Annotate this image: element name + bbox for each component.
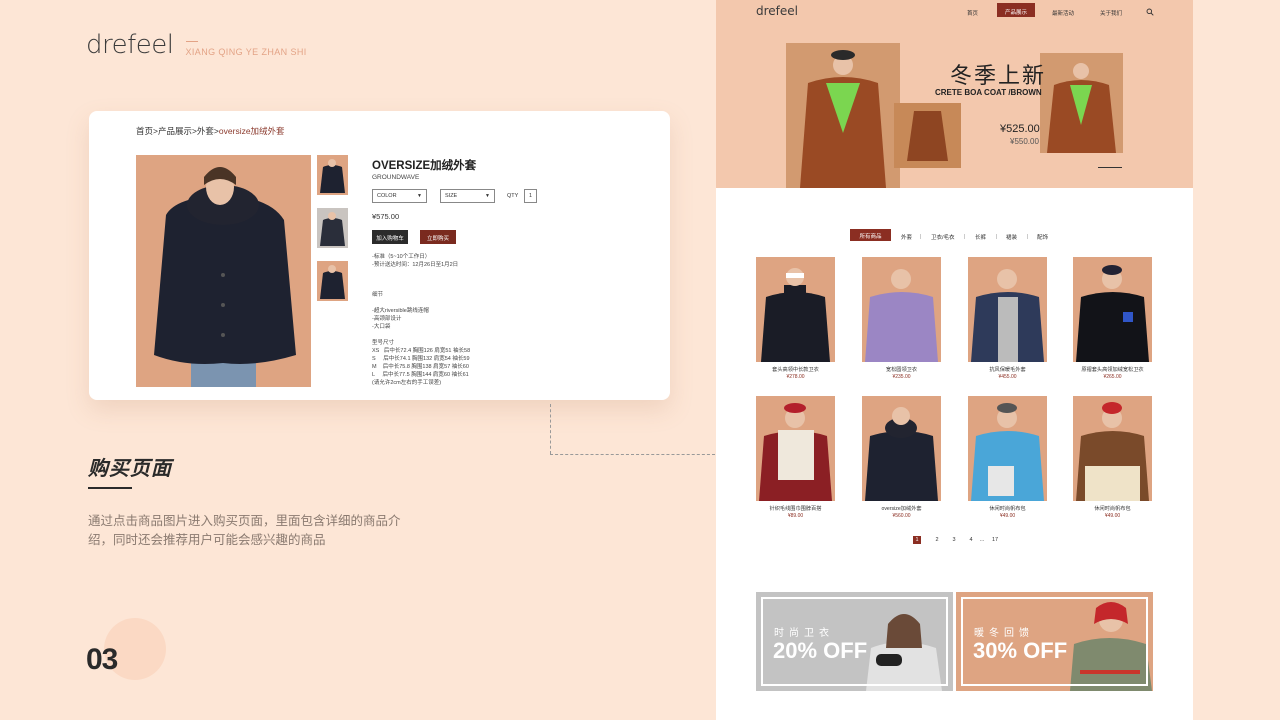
hero-model-image[interactable]	[1040, 53, 1123, 153]
search-icon[interactable]	[1146, 8, 1154, 16]
product-card-price: ¥278.00	[786, 374, 805, 380]
model-jacket-illustration	[154, 167, 296, 387]
filter-tab-all[interactable]: 所有商品	[850, 229, 891, 241]
pagination-page[interactable]: 4	[967, 536, 975, 544]
filter-tab-skirts[interactable]: 裙装	[1006, 233, 1017, 241]
details-list: -超大riversible跳线连帽 -高颈部设计 -大口袋	[372, 308, 429, 330]
promo-label: 时尚卫衣	[774, 628, 834, 639]
color-select-label: COLOR	[377, 193, 397, 199]
product-brand: GROUNDWAVE	[372, 174, 420, 181]
section-title: 购买页面	[88, 458, 172, 480]
product-card-name[interactable]: 休闲时尚帆布包	[1073, 505, 1152, 512]
product-card-price: ¥455.00	[998, 374, 1017, 380]
chevron-down-icon: ▼	[485, 193, 490, 199]
section-description: 通过点击商品图片进入购买页面，里面包含详细的商品介绍，同时还会推荐用户可能会感兴…	[88, 514, 401, 547]
promo-discount: 30% OFF	[973, 638, 1068, 663]
product-card-price: ¥235.00	[892, 374, 911, 380]
hero-old-price: ¥550.00	[1010, 137, 1039, 146]
title-underline	[88, 487, 132, 489]
color-select[interactable]: COLOR ▼	[372, 189, 427, 203]
product-card-name[interactable]: 宽松圆领卫衣	[862, 366, 941, 373]
product-card-image[interactable]	[1073, 257, 1152, 362]
size-select-label: SIZE	[445, 193, 458, 199]
divider	[964, 234, 965, 239]
product-card-price: ¥49.00	[1104, 513, 1121, 519]
hero-divider	[1098, 167, 1122, 168]
promo-banner[interactable]: 时尚卫衣 20% OFF	[756, 592, 953, 691]
breadcrumb-path[interactable]: 首页>产品展示>外套>	[136, 126, 219, 136]
filter-tab-sweaters[interactable]: 卫衣/毛衣	[931, 233, 955, 241]
product-card-name[interactable]: oversize加绒外套	[862, 505, 941, 512]
hero-product-image[interactable]	[894, 103, 961, 168]
product-card-name[interactable]: 抗风保暖毛外套	[968, 366, 1047, 373]
product-card-name[interactable]: 套头高领中长款卫衣	[756, 366, 835, 373]
product-card-image[interactable]	[862, 396, 941, 501]
divider	[1027, 234, 1028, 239]
product-card-price: ¥560.00	[892, 513, 911, 519]
product-card-price: ¥265.00	[1103, 374, 1122, 380]
product-card-name[interactable]: 原褶套头高领加绒宽松卫衣	[1073, 366, 1152, 373]
shipping-info: -标准（5~10个工作日） -预计送达时间：12月26日至1月2日	[372, 254, 459, 268]
buy-now-button[interactable]: 立即购买	[420, 230, 456, 244]
product-title: OVERSIZE加绒外套	[372, 160, 477, 172]
breadcrumb: 首页>产品展示>外套>oversize加绒外套	[136, 125, 285, 137]
size-heading: 型号尺寸	[372, 340, 395, 346]
nav-item-home[interactable]: 首页	[967, 9, 978, 17]
product-card-image[interactable]	[862, 257, 941, 362]
product-thumbnail[interactable]	[317, 155, 348, 195]
brand-logo: drefeel	[86, 30, 174, 60]
product-card-image[interactable]	[756, 396, 835, 501]
pagination-page[interactable]: 3	[950, 536, 958, 544]
product-card-image[interactable]	[968, 396, 1047, 501]
product-card-image[interactable]	[756, 257, 835, 362]
product-card-name[interactable]: 针织毛线围巾围脖百搭	[756, 505, 835, 512]
hero-banner: drefeel 首页 产品展示 最新活动 关于我们 冬季上新 CRETE BOA…	[716, 0, 1193, 188]
pagination-page[interactable]: 2	[933, 536, 941, 544]
product-thumbnail[interactable]	[317, 261, 348, 301]
promo-discount: 20% OFF	[773, 638, 868, 663]
promo-banner[interactable]: 暖冬回馈 30% OFF	[956, 592, 1153, 691]
product-main-image[interactable]	[136, 155, 311, 387]
promo-label: 暖冬回馈	[974, 628, 1034, 639]
nav-item-products[interactable]: 产品展示	[997, 3, 1035, 17]
product-thumbnail[interactable]	[317, 208, 348, 248]
hero-title: 冬季上新	[950, 63, 1047, 88]
site-logo[interactable]: drefeel	[756, 4, 798, 18]
nav-item-about[interactable]: 关于我们	[1100, 9, 1122, 17]
section-number: 03	[86, 643, 118, 676]
hero-subtitle: CRETE BOA COAT /BROWN	[935, 88, 1042, 97]
product-price: ¥575.00	[372, 212, 400, 221]
filter-tab-accessories[interactable]: 配饰	[1037, 233, 1048, 241]
divider	[996, 234, 997, 239]
size-select[interactable]: SIZE ▼	[440, 189, 495, 203]
product-card-image[interactable]	[968, 257, 1047, 362]
pagination-page[interactable]: 1	[913, 536, 921, 544]
connector-line	[550, 404, 551, 454]
product-card-price: ¥49.00	[999, 513, 1016, 519]
brand-header: drefeel XIANG QING YE ZHAN SHI	[86, 30, 307, 60]
connector-line	[550, 454, 715, 455]
size-table: XS 后中长72.4 胸围126 肩宽51 袖长58 S 后中长74.1 胸围1…	[372, 348, 471, 386]
pagination-page[interactable]: 17	[989, 536, 1001, 544]
qty-label: QTY	[507, 193, 519, 199]
details-heading: 细节	[372, 292, 384, 298]
product-card-price: ¥89.00	[787, 513, 804, 519]
product-card-image[interactable]	[1073, 396, 1152, 501]
divider	[920, 234, 921, 239]
filter-tab-outerwear[interactable]: 外套	[901, 233, 912, 241]
brand-divider	[185, 41, 198, 42]
qty-input[interactable]: 1	[524, 189, 537, 203]
filter-tab-pants[interactable]: 长裤	[975, 233, 986, 241]
pagination-ellipsis: ...	[979, 537, 985, 543]
breadcrumb-current: oversize加绒外套	[218, 126, 285, 136]
brand-subtitle: XIANG QING YE ZHAN SHI	[185, 47, 307, 57]
website-mockup: drefeel 首页 产品展示 最新活动 关于我们 冬季上新 CRETE BOA…	[716, 0, 1193, 720]
product-card-name[interactable]: 休闲时尚帆布包	[968, 505, 1047, 512]
chevron-down-icon: ▼	[417, 193, 422, 199]
add-to-cart-button[interactable]: 加入购物车	[372, 230, 408, 244]
product-detail-card: 首页>产品展示>外套>oversize加绒外套 OVERSIZE加绒外套 GRO…	[89, 111, 670, 400]
nav-item-events[interactable]: 最新活动	[1052, 9, 1074, 17]
hero-model-image[interactable]	[786, 43, 900, 188]
hero-price: ¥525.00	[1000, 123, 1040, 135]
